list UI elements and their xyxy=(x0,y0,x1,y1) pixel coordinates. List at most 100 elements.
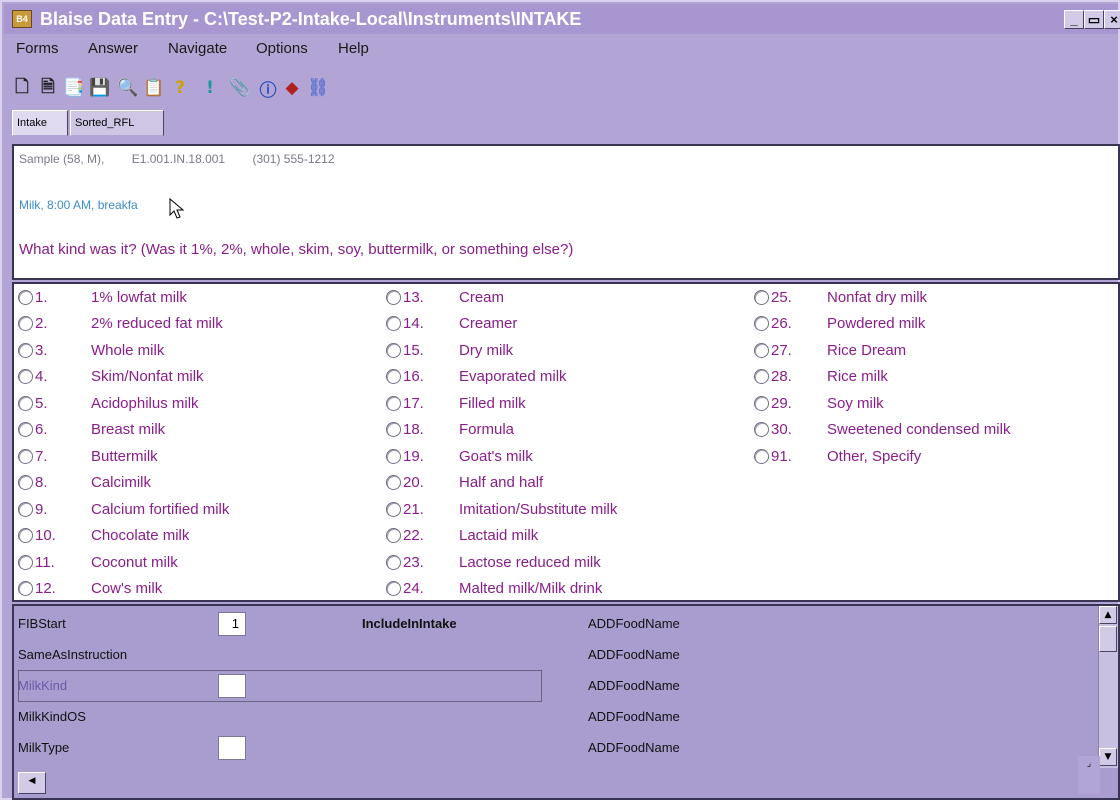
radio-button[interactable] xyxy=(18,422,33,437)
radio-button[interactable] xyxy=(386,395,401,411)
answer-option[interactable]: 14. Creamer xyxy=(386,313,517,335)
radio-button[interactable] xyxy=(18,342,33,358)
answer-option[interactable]: 23. Lactose reduced milk xyxy=(386,551,601,573)
radio-button[interactable] xyxy=(386,475,401,490)
field-input-fibstart[interactable]: 1 xyxy=(218,612,246,636)
field-input-milkkind[interactable] xyxy=(218,674,246,698)
answer-option[interactable]: 15. Dry milk xyxy=(386,339,513,361)
about-icon[interactable]: ⓘ xyxy=(256,76,280,101)
attach-icon[interactable]: 📎 xyxy=(228,76,252,100)
find-icon[interactable]: 🔍 xyxy=(116,76,140,100)
radio-button[interactable] xyxy=(754,369,769,384)
radio-button[interactable] xyxy=(386,422,401,437)
vertical-scrollbar[interactable]: ▲ ▼ xyxy=(1098,606,1118,768)
scroll-thumb[interactable] xyxy=(1099,626,1117,652)
answer-option[interactable]: 20. Half and half xyxy=(386,472,543,494)
info-icon[interactable]: ! xyxy=(198,76,222,100)
horizontal-scrollbar[interactable]: ◀ ⌟ xyxy=(14,756,1100,798)
answer-option[interactable]: 2. 2% reduced fat milk xyxy=(18,313,223,335)
answer-option[interactable]: 1. 1% lowfat milk xyxy=(18,286,187,308)
radio-button[interactable] xyxy=(386,528,401,543)
radio-button[interactable] xyxy=(386,316,401,331)
tab-sorted-rfl[interactable]: Sorted_RFL xyxy=(70,110,164,136)
radio-button[interactable] xyxy=(386,342,401,358)
maximize-button[interactable]: ▭ xyxy=(1084,10,1104,29)
copy-form-icon[interactable]: 📑 xyxy=(62,76,86,100)
answer-option[interactable]: 16. Evaporated milk xyxy=(386,366,567,388)
radio-button[interactable] xyxy=(18,475,33,490)
radio-button[interactable] xyxy=(18,448,33,464)
answer-option[interactable]: 18. Formula xyxy=(386,419,514,441)
answer-option[interactable]: 28. Rice milk xyxy=(754,366,888,388)
browse-icon[interactable]: 📋 xyxy=(142,76,166,100)
answer-option[interactable]: 24. Malted milk/Milk drink xyxy=(386,578,602,600)
answer-option[interactable]: 30. Sweetened condensed milk xyxy=(754,419,1010,441)
answer-option[interactable]: 11. Coconut milk xyxy=(18,551,178,573)
field-input-milktype[interactable] xyxy=(218,736,246,760)
radio-button[interactable] xyxy=(754,422,769,437)
option-number: 5. xyxy=(35,394,48,412)
answer-option[interactable]: 29. Soy milk xyxy=(754,392,884,414)
scroll-down-icon[interactable]: ▼ xyxy=(1099,748,1117,766)
radio-button[interactable] xyxy=(754,316,769,331)
resize-grip-icon[interactable]: ⌟ xyxy=(1078,756,1100,794)
minimize-button[interactable]: _ xyxy=(1064,10,1084,29)
radio-button[interactable] xyxy=(18,369,33,384)
answer-option[interactable]: 10. Chocolate milk xyxy=(18,525,189,547)
title-bar[interactable]: B4 Blaise Data Entry - C:\Test-P2-Intake… xyxy=(4,4,1120,34)
answer-option[interactable]: 6. Breast milk xyxy=(18,419,165,441)
radio-button[interactable] xyxy=(386,369,401,384)
radio-button[interactable] xyxy=(18,289,33,305)
answer-option[interactable]: 21. Imitation/Substitute milk xyxy=(386,498,617,520)
radio-button[interactable] xyxy=(386,581,401,596)
radio-button[interactable] xyxy=(386,501,401,517)
answer-option[interactable]: 17. Filled milk xyxy=(386,392,526,414)
radio-button[interactable] xyxy=(386,554,401,570)
radio-button[interactable] xyxy=(754,448,769,464)
answer-option[interactable]: 26. Powdered milk xyxy=(754,313,925,335)
answer-option[interactable]: 8. Calcimilk xyxy=(18,472,151,494)
answer-option[interactable]: 22. Lactaid milk xyxy=(386,525,538,547)
answer-option[interactable]: 91. Other, Specify xyxy=(754,445,921,467)
radio-button[interactable] xyxy=(18,528,33,543)
scroll-up-icon[interactable]: ▲ xyxy=(1099,606,1117,624)
answer-option[interactable]: 7. Buttermilk xyxy=(18,445,158,467)
menu-navigate[interactable]: Navigate xyxy=(168,40,227,57)
answer-option[interactable]: 13. Cream xyxy=(386,286,504,308)
watch-icon[interactable]: ◆ xyxy=(280,76,304,100)
answer-option[interactable]: 25. Nonfat dry milk xyxy=(754,286,927,308)
radio-button[interactable] xyxy=(754,289,769,305)
answer-option[interactable]: 9. Calcium fortified milk xyxy=(18,498,229,520)
open-form-icon[interactable]: 🗎 xyxy=(36,76,60,100)
sample-code: E1.001.IN.18.001 xyxy=(131,152,226,166)
radio-button[interactable] xyxy=(754,395,769,411)
radio-button[interactable] xyxy=(18,501,33,517)
new-form-icon[interactable]: 🗋 xyxy=(10,76,34,100)
link-icon[interactable]: ⛓ xyxy=(306,76,330,100)
answer-option[interactable]: 5. Acidophilus milk xyxy=(18,392,199,414)
answer-option[interactable]: 3. Whole milk xyxy=(18,339,164,361)
answer-option[interactable]: 27. Rice Dream xyxy=(754,339,906,361)
help-icon[interactable]: ? xyxy=(168,76,192,100)
menu-forms[interactable]: Forms xyxy=(16,40,59,57)
menu-options[interactable]: Options xyxy=(256,40,308,57)
answer-option[interactable]: 19. Goat's milk xyxy=(386,445,533,467)
option-label: Powdered milk xyxy=(827,315,926,332)
radio-button[interactable] xyxy=(18,395,33,411)
radio-button[interactable] xyxy=(18,554,33,570)
radio-button[interactable] xyxy=(754,342,769,358)
radio-button[interactable] xyxy=(386,448,401,464)
answer-option[interactable]: 12. Cow's milk xyxy=(18,578,162,600)
menu-help[interactable]: Help xyxy=(338,40,369,57)
close-button[interactable]: × xyxy=(1104,10,1120,29)
app-icon[interactable]: B4 xyxy=(12,10,32,28)
tab-intake[interactable]: Intake xyxy=(12,110,68,136)
radio-button[interactable] xyxy=(18,316,33,331)
answer-option[interactable]: 4. Skim/Nonfat milk xyxy=(18,366,204,388)
radio-button[interactable] xyxy=(386,289,401,305)
radio-button[interactable] xyxy=(18,581,33,596)
scroll-left-icon[interactable]: ◀ xyxy=(18,772,46,794)
save-icon[interactable]: 💾 xyxy=(88,76,112,100)
menu-answer[interactable]: Answer xyxy=(88,40,138,57)
option-label: Soy milk xyxy=(827,394,884,412)
